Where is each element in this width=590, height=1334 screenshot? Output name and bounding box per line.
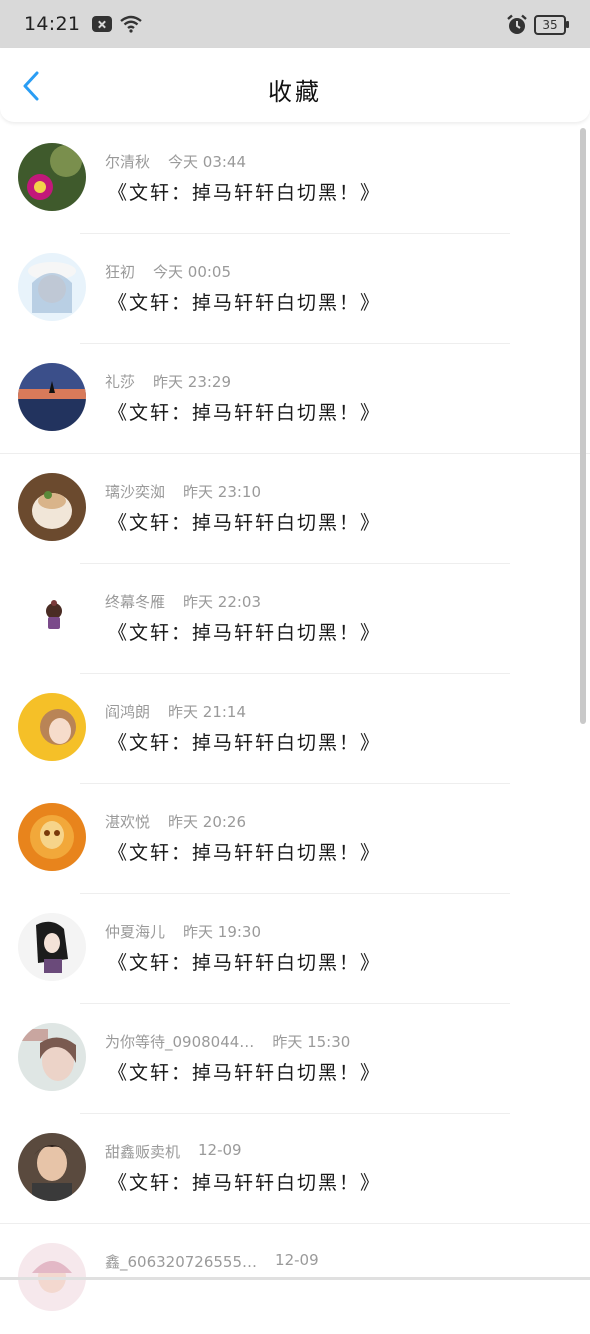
item-time: 昨天 20:26 — [168, 813, 247, 831]
user-name: 仲夏海儿 — [105, 923, 166, 941]
list-item[interactable]: 为你等待_0908044… 昨天 15:30 《文轩：掉马轩轩白切黑！》 — [0, 1004, 590, 1114]
user-name: 为你等待_0908044… — [105, 1033, 255, 1051]
item-time: 昨天 23:29 — [153, 373, 232, 391]
avatar[interactable] — [18, 583, 86, 651]
item-time: 昨天 15:30 — [272, 1033, 351, 1051]
item-time: 昨天 23:10 — [183, 483, 262, 501]
item-time: 今天 00:05 — [153, 263, 232, 281]
list-item[interactable]: 尔清秋 今天 03:44 《文轩：掉马轩轩白切黑！》 — [0, 124, 590, 234]
status-bar: 14:21 35 — [0, 0, 590, 48]
item-time: 昨天 19:30 — [183, 923, 262, 941]
item-time: 昨天 21:14 — [168, 703, 247, 721]
avatar[interactable] — [18, 1133, 86, 1201]
alarm-icon — [506, 14, 528, 36]
item-title: 《文轩：掉马轩轩白切黑！》 — [108, 1172, 382, 1194]
status-time: 14:21 — [24, 13, 81, 35]
item-title: 《文轩：掉马轩轩白切黑！》 — [108, 182, 382, 204]
avatar[interactable] — [18, 143, 86, 211]
favorites-list: 尔清秋 今天 03:44 《文轩：掉马轩轩白切黑！》 狂初 今天 00:05 《… — [0, 124, 590, 1334]
battery-icon: 35 — [534, 15, 569, 35]
list-item[interactable]: 璃沙奕洳 昨天 23:10 《文轩：掉马轩轩白切黑！》 — [0, 454, 590, 564]
avatar[interactable] — [18, 1023, 86, 1091]
user-name: 鑫_606320726555… — [105, 1253, 258, 1271]
item-title: 《文轩：掉马轩轩白切黑！》 — [108, 952, 382, 974]
list-item[interactable]: 甜鑫贩卖机 12-09 《文轩：掉马轩轩白切黑！》 — [0, 1114, 590, 1224]
user-name: 礼莎 — [105, 373, 136, 391]
avatar[interactable] — [18, 803, 86, 871]
user-name: 尔清秋 — [105, 153, 151, 171]
list-item[interactable]: 礼莎 昨天 23:29 《文轩：掉马轩轩白切黑！》 — [0, 344, 590, 454]
item-title: 《文轩：掉马轩轩白切黑！》 — [108, 732, 382, 754]
item-title: 《文轩：掉马轩轩白切黑！》 — [108, 622, 382, 644]
item-title: 《文轩：掉马轩轩白切黑！》 — [108, 292, 382, 314]
user-name: 湛欢悦 — [105, 813, 151, 831]
item-time: 12-09 — [198, 1141, 242, 1159]
list-item[interactable]: 仲夏海儿 昨天 19:30 《文轩：掉马轩轩白切黑！》 — [0, 894, 590, 1004]
wifi-icon — [120, 15, 143, 33]
page-title: 收藏 — [268, 78, 322, 106]
item-time: 昨天 22:03 — [183, 593, 262, 611]
list-item[interactable]: 终幕冬雁 昨天 22:03 《文轩：掉马轩轩白切黑！》 — [0, 564, 590, 674]
avatar[interactable] — [18, 913, 86, 981]
item-time: 12-09 — [275, 1251, 319, 1269]
user-name: 狂初 — [105, 263, 136, 281]
avatar[interactable] — [18, 473, 86, 541]
avatar[interactable] — [18, 363, 86, 431]
user-name: 甜鑫贩卖机 — [105, 1143, 181, 1161]
nav-bar: 收藏 — [0, 48, 590, 122]
list-item[interactable]: 湛欢悦 昨天 20:26 《文轩：掉马轩轩白切黑！》 — [0, 784, 590, 894]
item-title: 《文轩：掉马轩轩白切黑！》 — [108, 1062, 382, 1084]
list-item[interactable]: 狂初 今天 00:05 《文轩：掉马轩轩白切黑！》 — [0, 234, 590, 344]
scrollbar[interactable] — [580, 128, 586, 724]
item-time: 今天 03:44 — [168, 153, 247, 171]
avatar[interactable] — [18, 693, 86, 761]
item-title: 《文轩：掉马轩轩白切黑！》 — [108, 402, 382, 424]
list-item[interactable]: 阎鸿朗 昨天 21:14 《文轩：掉马轩轩白切黑！》 — [0, 674, 590, 784]
item-title: 《文轩：掉马轩轩白切黑！》 — [108, 512, 382, 534]
item-title: 《文轩：掉马轩轩白切黑！》 — [108, 842, 382, 864]
user-name: 阎鸿朗 — [105, 703, 151, 721]
avatar[interactable] — [18, 253, 86, 321]
notification-icon — [92, 16, 113, 32]
user-name: 终幕冬雁 — [105, 593, 166, 611]
user-name: 璃沙奕洳 — [105, 483, 166, 501]
